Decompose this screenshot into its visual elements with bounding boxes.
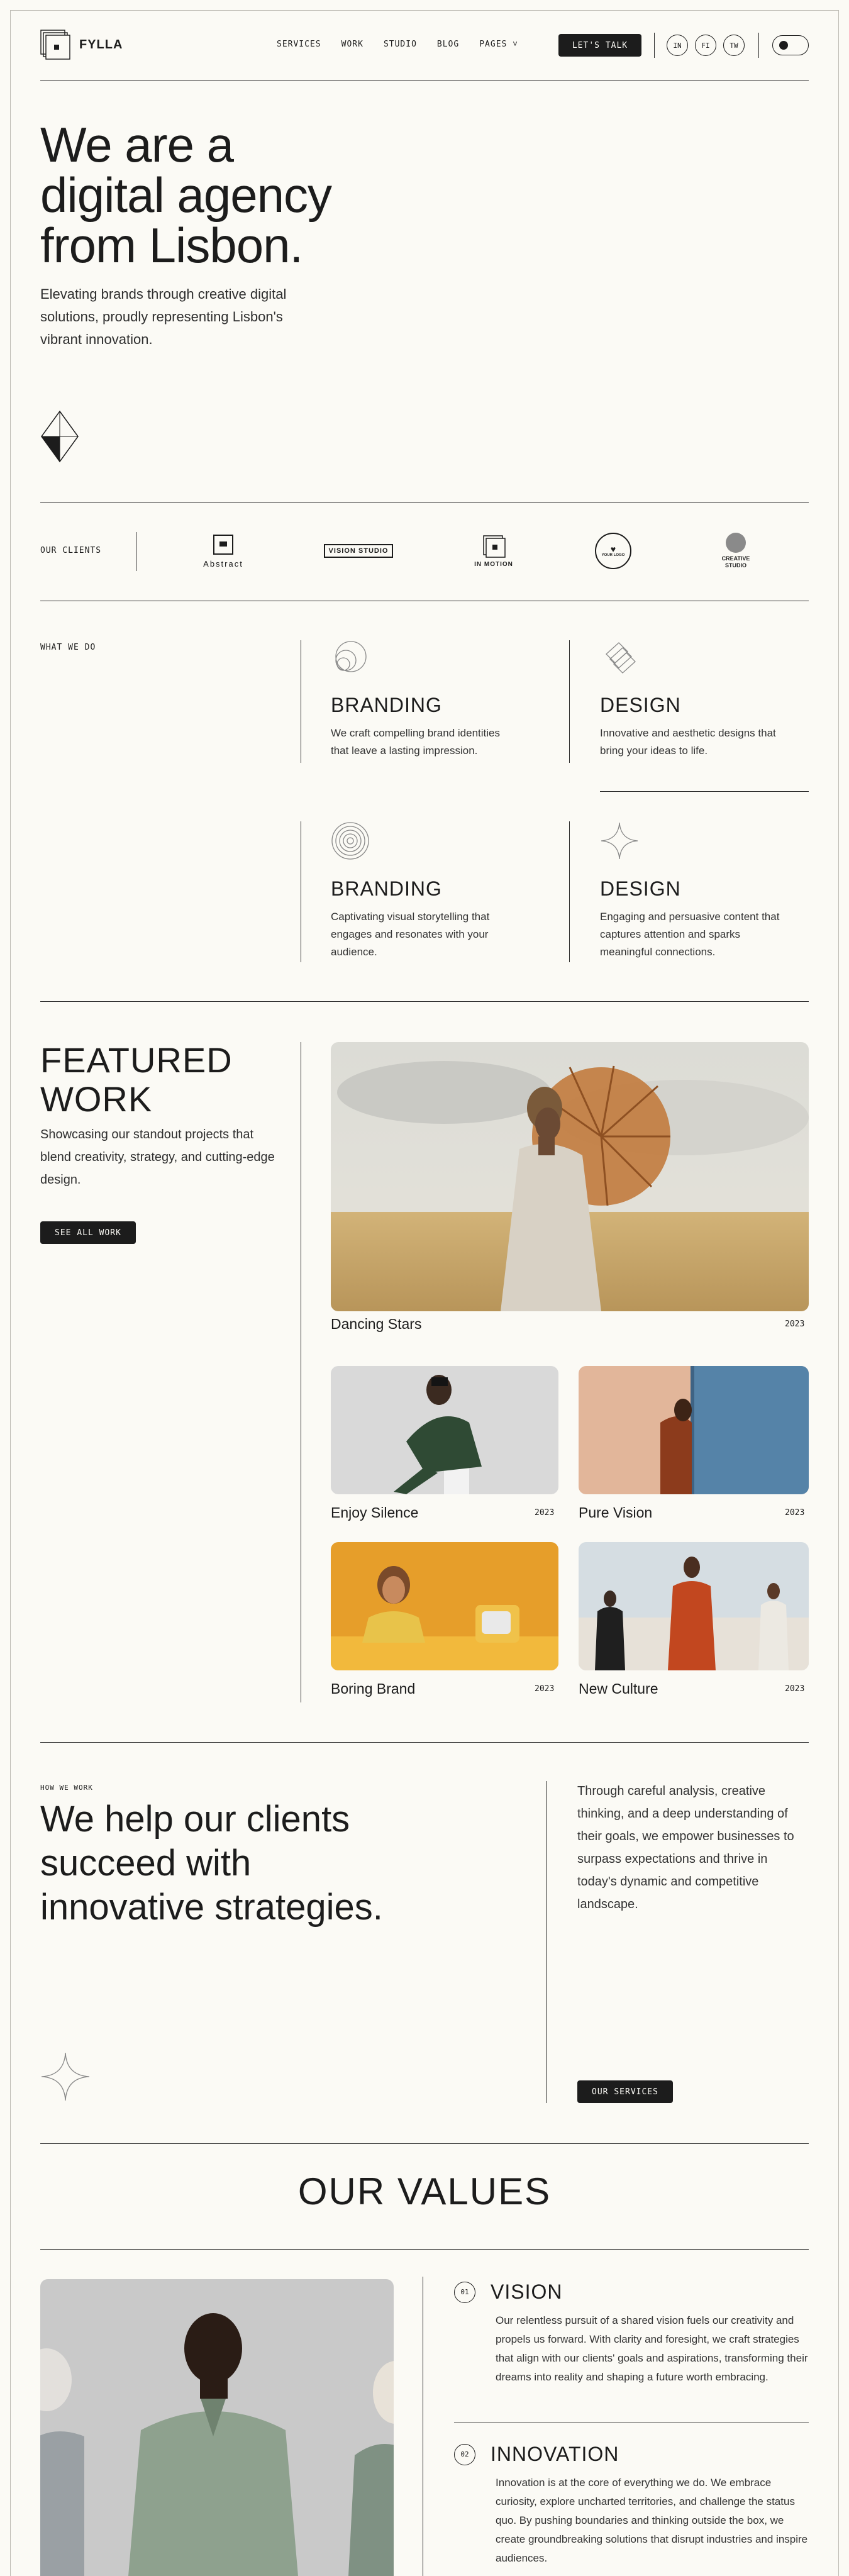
value-title: VISION: [491, 2280, 563, 2303]
sparkle-icon: [40, 2051, 91, 2105]
service-desc: We craft compelling brand identities tha…: [331, 727, 500, 757]
v-mark-icon: ♥: [610, 544, 616, 554]
value-item: 02 INNOVATION Innovation is at the core …: [454, 2443, 810, 2568]
creative-logo-icon: [726, 533, 746, 553]
sparkle-icon: [601, 822, 638, 860]
services-bottom-rule: [40, 1001, 809, 1002]
social-tw-link[interactable]: TW: [723, 35, 745, 56]
work-title[interactable]: Boring Brand: [331, 1680, 415, 1697]
hero-title-line: from Lisbon.: [40, 218, 303, 273]
featured-title: FEATURED WORK: [40, 1040, 233, 1119]
work-year: 2023: [785, 1508, 805, 1518]
stacked-layers-icon: [606, 642, 636, 674]
brand-logo[interactable]: FYLLA: [40, 30, 123, 60]
service-card: BRANDING We craft compelling brand ident…: [331, 640, 538, 760]
circles-icon: [335, 641, 367, 672]
service-title: BRANDING: [331, 877, 442, 900]
value-title: INNOVATION: [491, 2443, 619, 2465]
nav-services[interactable]: SERVICES: [277, 40, 321, 49]
nav-work[interactable]: WORK: [341, 40, 363, 49]
values-title-rule: [40, 2249, 809, 2250]
service-desc: Captivating visual storytelling that eng…: [331, 911, 490, 958]
hero-title-line: We are a: [40, 117, 234, 172]
theme-toggle[interactable]: [772, 35, 809, 55]
abstract-logo-icon: [213, 534, 233, 555]
featured-bottom-rule: [40, 1742, 809, 1743]
nav-studio[interactable]: STUDIO: [384, 40, 417, 49]
services-label: WHAT WE DO: [40, 643, 96, 652]
header-divider: [654, 33, 655, 58]
nav-blog[interactable]: BLOG: [437, 40, 459, 49]
service-card: DESIGN Innovative and aesthetic designs …: [600, 640, 807, 760]
how-text: Through careful analysis, creative think…: [577, 1784, 794, 1911]
work-year: 2023: [785, 1684, 805, 1694]
value-number: 02: [454, 2443, 475, 2465]
header-rule: [40, 80, 809, 81]
concentric-circles-icon: [331, 822, 369, 860]
lets-talk-button[interactable]: LET'S TALK: [558, 34, 641, 57]
services-divider: [569, 821, 570, 962]
how-label: HOW WE WORK: [40, 1784, 93, 1792]
social-fi-link[interactable]: FI: [695, 35, 716, 56]
how-divider: [546, 1781, 547, 2103]
service-desc: Engaging and persuasive content that cap…: [600, 911, 780, 958]
nav-pages[interactable]: PAGES ˅: [479, 40, 518, 49]
service-title: DESIGN: [600, 694, 681, 716]
see-all-work-button[interactable]: SEE ALL WORK: [40, 1221, 136, 1244]
clients-label: OUR CLIENTS: [40, 546, 102, 555]
diamond-icon: [40, 410, 79, 466]
featured-desc: Showcasing our standout projects that bl…: [40, 1128, 275, 1187]
work-image-pure-vision[interactable]: [579, 1366, 809, 1494]
value-text: Our relentless pursuit of a shared visio…: [496, 2314, 808, 2383]
value-number: 01: [454, 2281, 475, 2303]
value-item: 01 VISION Our relentless pursuit of a sh…: [454, 2280, 810, 2387]
work-image-enjoy-silence[interactable]: [331, 1366, 558, 1494]
logo-mark-icon: [40, 30, 70, 60]
work-image-new-culture[interactable]: [579, 1542, 809, 1670]
work-title[interactable]: Pure Vision: [579, 1504, 652, 1521]
service-desc: Innovative and aesthetic designs that br…: [600, 727, 776, 757]
client-logo-circle: ♥ YOUR LOGO: [591, 527, 635, 575]
social-in-link[interactable]: IN: [667, 35, 688, 56]
work-year: 2023: [785, 1319, 805, 1329]
client-logo-abstract: Abstract: [189, 527, 258, 575]
service-title: BRANDING: [331, 694, 442, 716]
values-top-rule: [40, 2143, 809, 2144]
hero-title-line: digital agency: [40, 167, 332, 223]
work-title[interactable]: Dancing Stars: [331, 1316, 421, 1333]
header-divider: [758, 33, 759, 58]
services-row-rule: [600, 791, 809, 792]
main-nav: SERVICES WORK STUDIO BLOG PAGES ˅: [277, 40, 518, 49]
values-title: OUR VALUES: [297, 2170, 552, 2212]
hero-title: We are a digital agency from Lisbon.: [40, 119, 443, 270]
work-image-dancing-stars[interactable]: [331, 1042, 809, 1311]
services-divider: [569, 640, 570, 763]
service-card: DESIGN Engaging and persuasive content t…: [600, 821, 807, 961]
values-image: [40, 2279, 394, 2576]
how-title: We help our clients succeed with innovat…: [40, 1799, 383, 1928]
sun-icon: [779, 41, 788, 50]
our-services-button[interactable]: OUR SERVICES: [577, 2080, 673, 2103]
work-image-boring-brand[interactable]: [331, 1542, 558, 1670]
value-text: Innovation is at the core of everything …: [496, 2477, 808, 2564]
inmotion-logo-icon: [483, 535, 506, 558]
service-title: DESIGN: [600, 877, 681, 900]
service-card: BRANDING Captivating visual storytelling…: [331, 821, 538, 961]
work-title[interactable]: New Culture: [579, 1680, 658, 1697]
work-year: 2023: [535, 1684, 555, 1694]
brand-name: FYLLA: [79, 37, 123, 52]
work-title[interactable]: Enjoy Silence: [331, 1504, 418, 1521]
work-year: 2023: [535, 1508, 555, 1518]
client-logo-creative: CREATIVE STUDIO: [704, 527, 767, 575]
client-logo-inmotion: IN MOTION: [459, 527, 528, 575]
client-logo-vision: VISION STUDIO: [321, 527, 396, 575]
hero-subtitle: Elevating brands through creative digita…: [40, 286, 287, 347]
